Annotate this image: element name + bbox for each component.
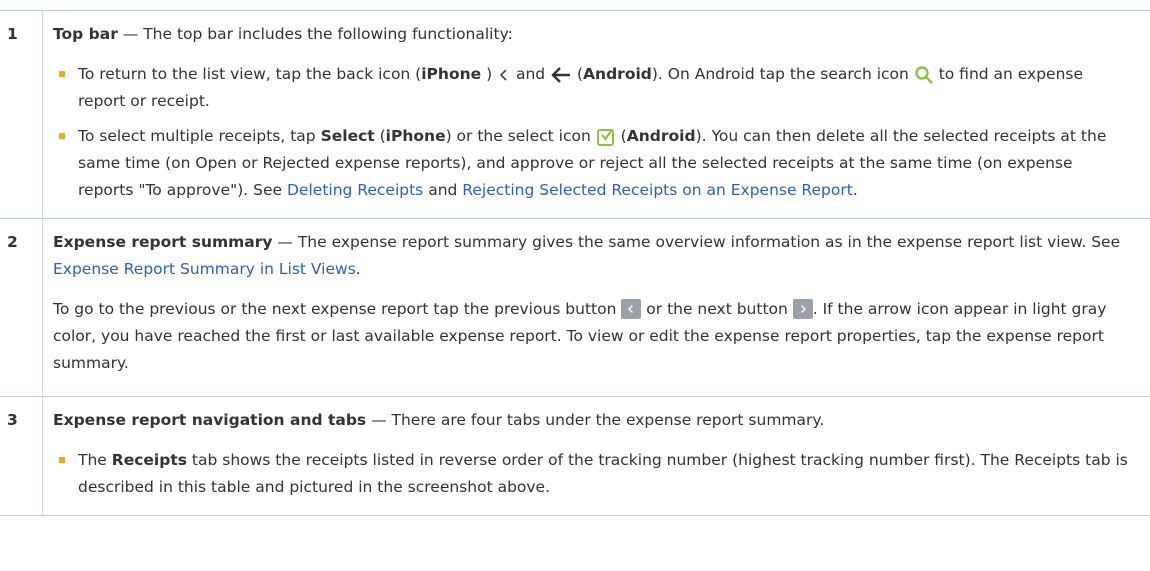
row-title: Top bar [53, 25, 118, 43]
functionality-table: 1 Top bar — The top bar includes the fol… [0, 10, 1150, 516]
bullet-marker [59, 457, 65, 463]
row-title: Expense report navigation and tabs [53, 411, 367, 429]
row-number: 2 [7, 233, 18, 251]
column-divider [42, 397, 43, 515]
list-item: The Receipts tab shows the receipts list… [53, 447, 1130, 501]
link-rejecting-selected-receipts[interactable]: Rejecting Selected Receipts on an Expens… [462, 181, 853, 199]
row-content: Expense report navigation and tabs — The… [53, 397, 1150, 515]
search-icon [915, 65, 933, 84]
list-item: To return to the list view, tap the back… [53, 61, 1130, 115]
row-intro: Expense report summary — The expense rep… [53, 233, 1121, 278]
column-divider [42, 11, 43, 218]
row-intro: Top bar — The top bar includes the follo… [53, 25, 513, 43]
next-button-icon [792, 298, 813, 319]
bullet-marker [59, 133, 65, 139]
table-row: 3 Expense report navigation and tabs — T… [0, 397, 1150, 516]
link-expense-report-summary[interactable]: Expense Report Summary in List Views [53, 260, 356, 278]
list-item: To select multiple receipts, tap Select … [53, 123, 1130, 204]
row-content: Expense report summary — The expense rep… [53, 219, 1150, 396]
column-divider [42, 219, 43, 396]
select-icon [596, 128, 614, 146]
bullet-list: To return to the list view, tap the back… [53, 61, 1130, 204]
row-intro: Expense report navigation and tabs — The… [53, 411, 825, 429]
bullet-marker [59, 71, 65, 77]
back-chevron-icon [499, 68, 507, 81]
row-title: Expense report summary [53, 233, 273, 251]
previous-button-icon [621, 298, 642, 319]
row-content: Top bar — The top bar includes the follo… [53, 11, 1150, 218]
row-number: 3 [7, 411, 18, 429]
table-row: 2 Expense report summary — The expense r… [0, 219, 1150, 397]
table-row: 1 Top bar — The top bar includes the fol… [0, 11, 1150, 219]
row-paragraph: To go to the previous or the next expens… [53, 298, 1107, 372]
link-deleting-receipts[interactable]: Deleting Receipts [287, 181, 423, 199]
bullet-list: The Receipts tab shows the receipts list… [53, 447, 1130, 501]
back-arrow-icon [551, 66, 571, 83]
row-number: 1 [7, 25, 18, 43]
